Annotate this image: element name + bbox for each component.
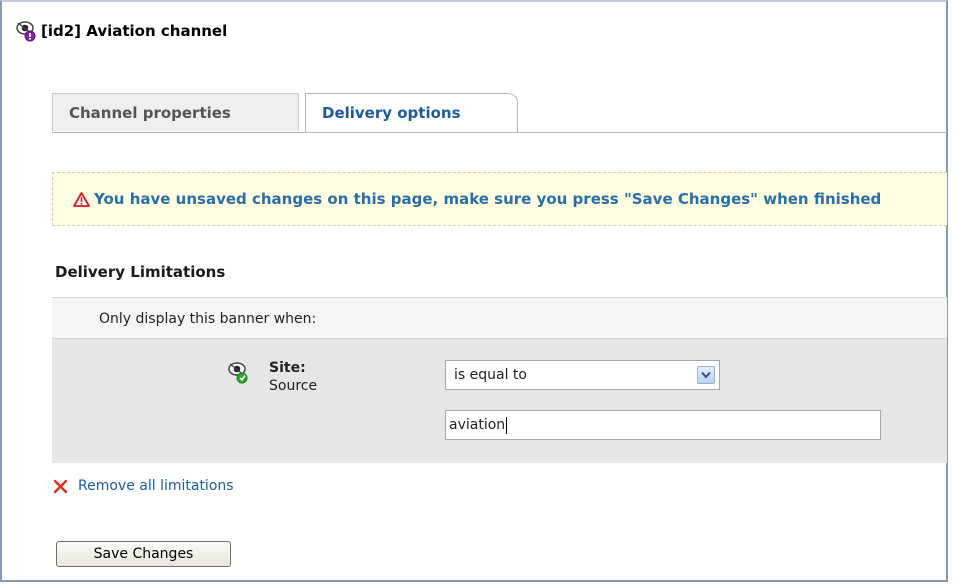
- chevron-down-icon[interactable]: [697, 366, 715, 384]
- remove-all-limitations-label: Remove all limitations: [78, 478, 234, 494]
- remove-all-limitations-link[interactable]: Remove all limitations: [53, 478, 234, 494]
- window-frame: [0, 0, 948, 582]
- tab-label: Channel properties: [69, 103, 231, 122]
- limitation-name: Site:: [269, 360, 306, 376]
- tab-strip-divider: [52, 132, 947, 133]
- limitation-row: Site: Source is equal to aviation: [52, 339, 947, 463]
- warning-triangle-icon: [73, 191, 90, 207]
- limitations-intro: Only display this banner when:: [99, 311, 317, 327]
- comparison-operator-select[interactable]: is equal to: [445, 360, 720, 390]
- tab-label: Delivery options: [322, 104, 461, 122]
- save-changes-button[interactable]: Save Changes: [56, 541, 231, 567]
- page-header: [id2] Aviation channel: [16, 20, 227, 42]
- limitation-value: aviation: [449, 417, 506, 433]
- limitations-header-row: Only display this banner when:: [52, 297, 947, 339]
- selected-operator: is equal to: [454, 367, 527, 383]
- unsaved-changes-warning: You have unsaved changes on this page, m…: [52, 172, 947, 226]
- site-limitation-eye-icon: [228, 362, 248, 384]
- warning-message: You have unsaved changes on this page, m…: [94, 190, 882, 208]
- text-caret: [506, 416, 508, 434]
- channel-eye-icon: [16, 21, 36, 42]
- remove-x-icon: [53, 479, 68, 493]
- page-title: [id2] Aviation channel: [41, 22, 228, 40]
- section-title: Delivery Limitations: [55, 263, 226, 281]
- limitation-subtype: Source: [269, 378, 318, 394]
- tab-delivery-options[interactable]: Delivery options: [305, 93, 518, 133]
- limitation-value-input[interactable]: aviation: [445, 410, 881, 440]
- tab-channel-properties[interactable]: Channel properties: [52, 93, 299, 131]
